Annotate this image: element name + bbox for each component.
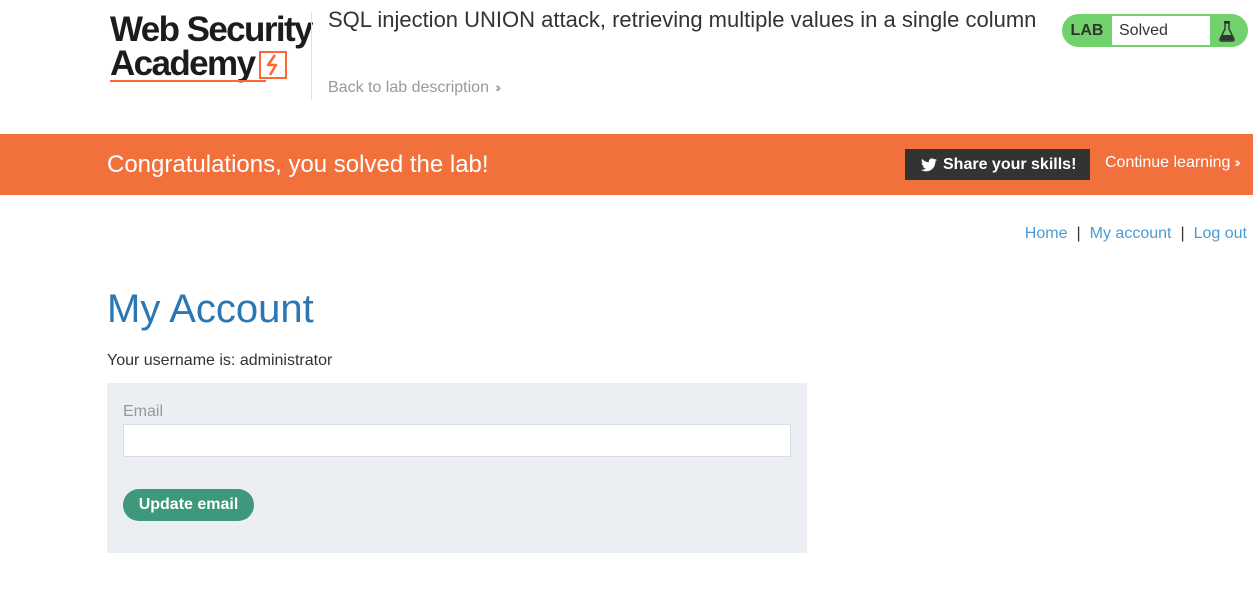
logo-lightning-icon (259, 51, 287, 79)
double-chevron-right-icon: ›› (1234, 154, 1241, 170)
congratulations-message: Congratulations, you solved the lab! (107, 151, 489, 178)
change-email-form: Email Update email (107, 383, 807, 553)
double-chevron-right-icon: ›› (494, 79, 502, 95)
web-security-academy-logo[interactable]: Web Security Academy (108, 12, 314, 84)
continue-learning-label: Continue learning (1105, 154, 1231, 171)
update-email-button[interactable]: Update email (123, 489, 254, 521)
lab-tag: LAB (1070, 21, 1104, 39)
continue-learning-link[interactable]: Continue learning ›› (1105, 154, 1241, 172)
lab-title: SQL injection UNION attack, retrieving m… (328, 7, 1037, 32)
email-label: Email (123, 403, 164, 420)
logo-text-line2: Academy (110, 44, 256, 83)
nav-my-account-link[interactable]: My account (1090, 225, 1172, 242)
solved-banner: Congratulations, you solved the lab! Sha… (0, 134, 1253, 195)
nav-separator: | (1076, 225, 1081, 242)
nav-log-out-link[interactable]: Log out (1194, 225, 1247, 242)
nav-home-link[interactable]: Home (1025, 225, 1068, 242)
logo-text-line1: Web Security (110, 10, 314, 49)
email-input[interactable] (123, 424, 791, 457)
logo-underline (110, 80, 266, 82)
lab-status-widget: LAB Solved (1062, 14, 1248, 47)
back-to-lab-description-link[interactable]: Back to lab description ›› (328, 79, 502, 97)
share-your-skills-button[interactable]: Share your skills! (905, 149, 1090, 180)
page-title: My Account (107, 287, 314, 331)
share-button-label: Share your skills! (943, 155, 1077, 173)
header-divider (311, 12, 312, 100)
twitter-icon (921, 157, 937, 171)
back-link-label: Back to lab description (328, 79, 489, 96)
username-text: Your username is: administrator (107, 352, 333, 369)
nav-separator: | (1180, 225, 1185, 242)
lab-status-text: Solved (1112, 16, 1210, 45)
top-nav: Home | My account | Log out (1025, 225, 1247, 243)
header: Web Security Academy SQL injection UNION… (0, 0, 1253, 134)
flask-icon (1210, 16, 1244, 45)
